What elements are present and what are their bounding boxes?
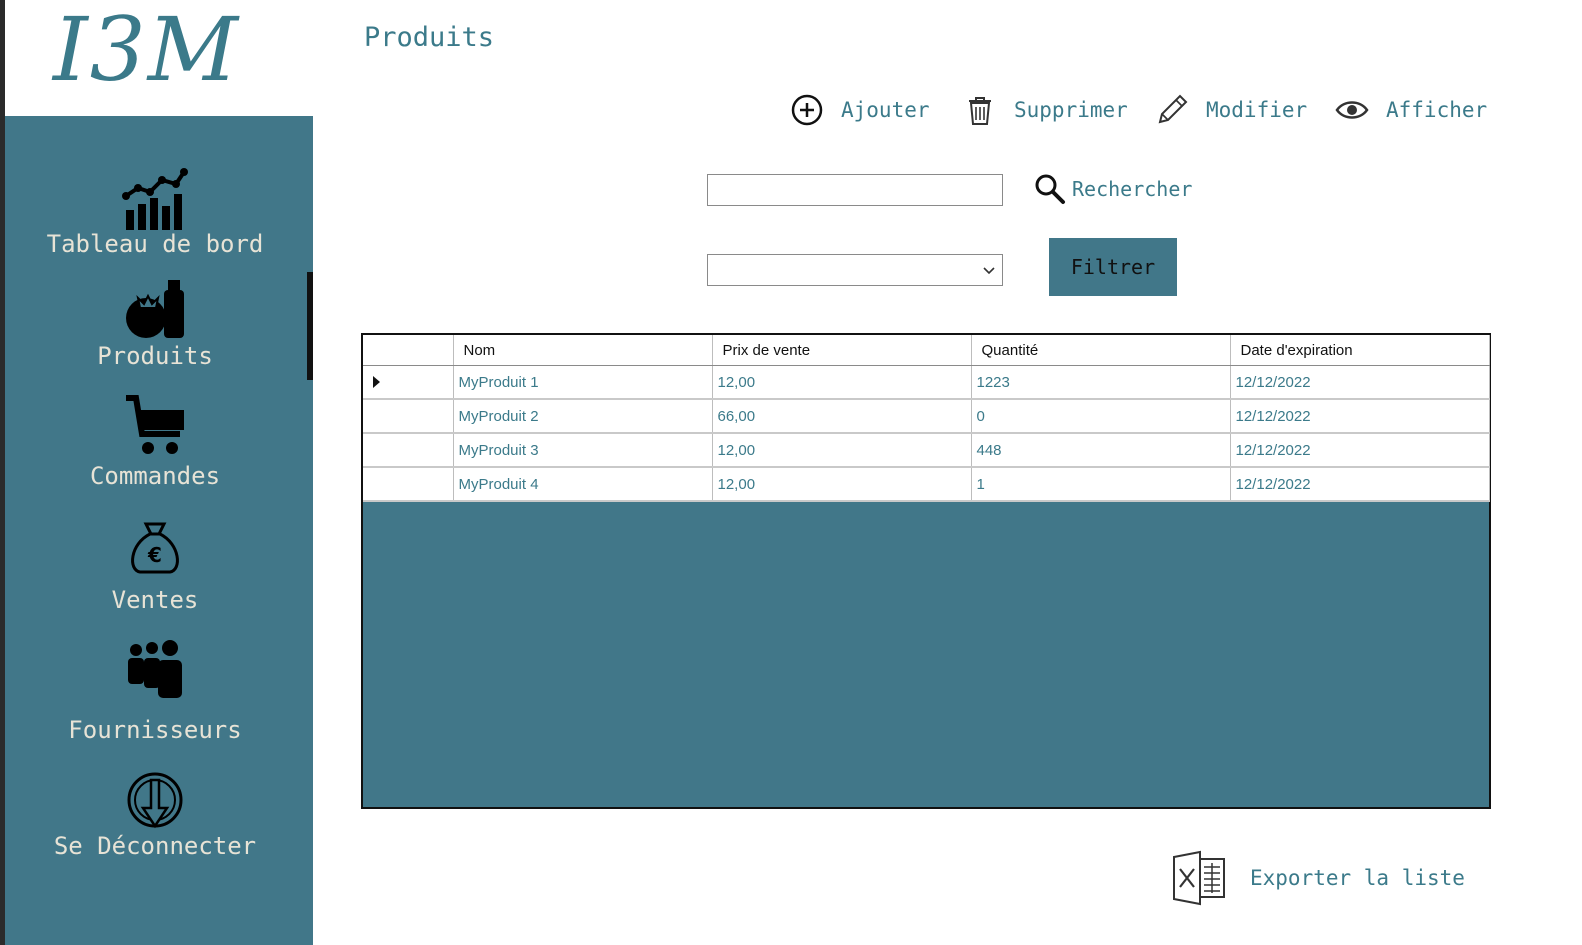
row-header-corner xyxy=(363,335,454,366)
sidebar-item-label: Commandes xyxy=(89,462,221,490)
sidebar-item-commandes[interactable]: Commandes xyxy=(5,394,305,500)
sidebar-item-ventes[interactable]: € Ventes xyxy=(5,518,305,624)
sidebar-item-fournisseurs[interactable]: Fournisseurs xyxy=(5,636,305,752)
excel-icon xyxy=(1173,850,1225,906)
search-button[interactable]: Rechercher xyxy=(1034,170,1192,208)
export-button-label: Exporter la liste xyxy=(1250,866,1465,890)
plus-circle-icon xyxy=(791,94,823,126)
export-button[interactable]: Exporter la liste xyxy=(1170,848,1465,908)
search-icon xyxy=(1035,174,1065,204)
page-title: Produits xyxy=(364,22,495,53)
cell-prix[interactable]: 12,00 xyxy=(712,467,972,502)
cart-icon xyxy=(126,395,184,454)
logout-icon xyxy=(127,772,183,829)
trash-icon xyxy=(969,97,991,125)
svg-text:€: € xyxy=(147,543,162,567)
people-icon xyxy=(128,640,182,698)
search-input[interactable] xyxy=(707,174,1003,206)
current-row-arrow-icon xyxy=(373,376,380,388)
add-button-label: Ajouter xyxy=(841,98,930,122)
eye-icon xyxy=(1335,101,1369,119)
pencil-icon xyxy=(1158,94,1188,124)
table-row[interactable]: MyProduit 4 12,00 1 12/12/2022 xyxy=(363,467,1490,502)
cell-date[interactable]: 12/12/2022 xyxy=(1230,365,1490,400)
sidebar-item-tableau-de-bord[interactable]: Tableau de bord xyxy=(5,166,305,266)
cell-quantite[interactable]: 448 xyxy=(971,433,1231,468)
app-logo: I3M xyxy=(53,0,240,101)
chart-bar-icon xyxy=(122,168,188,230)
column-header-quantite[interactable]: Quantité xyxy=(971,335,1231,366)
sidebar-item-label: Ventes xyxy=(111,586,199,614)
delete-button-label: Supprimer xyxy=(1014,98,1128,122)
table-row[interactable]: MyProduit 1 12,00 1223 12/12/2022 xyxy=(363,365,1490,400)
edit-button[interactable]: Modifier xyxy=(1154,90,1307,130)
filter-dropdown[interactable] xyxy=(707,254,1003,286)
cell-prix[interactable]: 12,00 xyxy=(712,365,972,400)
sidebar-item-label: Fournisseurs xyxy=(68,716,242,744)
cell-nom[interactable]: MyProduit 2 xyxy=(453,399,713,434)
column-header-prix[interactable]: Prix de vente xyxy=(712,335,972,366)
sidebar-item-label: Tableau de bord xyxy=(46,230,264,258)
cell-date[interactable]: 12/12/2022 xyxy=(1230,399,1490,434)
column-header-nom[interactable]: Nom xyxy=(453,335,713,366)
active-indicator xyxy=(307,272,313,380)
cell-prix[interactable]: 66,00 xyxy=(712,399,972,434)
search-button-label: Rechercher xyxy=(1072,177,1193,201)
row-header[interactable] xyxy=(363,467,454,502)
column-header-date[interactable]: Date d'expiration xyxy=(1230,335,1490,366)
sidebar-item-se-deconnecter[interactable]: Se Déconnecter xyxy=(5,770,305,870)
cell-quantite[interactable]: 1223 xyxy=(971,365,1231,400)
table-row[interactable]: MyProduit 3 12,00 448 12/12/2022 xyxy=(363,433,1490,468)
row-header[interactable] xyxy=(363,399,454,434)
add-button[interactable]: Ajouter xyxy=(789,90,930,130)
money-bag-euro-icon: € xyxy=(131,522,179,574)
row-header[interactable] xyxy=(363,433,454,468)
cell-date[interactable]: 12/12/2022 xyxy=(1230,467,1490,502)
table-row[interactable]: MyProduit 2 66,00 0 12/12/2022 xyxy=(363,399,1490,434)
sidebar: Tableau de bord Produits Commandes € Ven… xyxy=(5,116,313,945)
sidebar-item-produits[interactable]: Produits xyxy=(5,276,305,376)
delete-button[interactable]: Supprimer xyxy=(962,90,1128,130)
cell-nom[interactable]: MyProduit 4 xyxy=(453,467,713,502)
row-header[interactable] xyxy=(363,365,454,400)
view-button[interactable]: Afficher xyxy=(1334,90,1487,130)
products-icon xyxy=(126,280,184,338)
cell-quantite[interactable]: 1 xyxy=(971,467,1231,502)
sidebar-item-label: Se Déconnecter xyxy=(53,832,257,860)
filter-button[interactable]: Filtrer xyxy=(1049,238,1177,296)
cell-prix[interactable]: 12,00 xyxy=(712,433,972,468)
sidebar-item-label: Produits xyxy=(97,342,213,370)
products-table: Nom Prix de vente Quantité Date d'expira… xyxy=(361,333,1491,809)
logo-area: I3M xyxy=(5,0,313,116)
cell-nom[interactable]: MyProduit 1 xyxy=(453,365,713,400)
chevron-down-icon xyxy=(983,267,995,275)
view-button-label: Afficher xyxy=(1386,98,1488,122)
cell-date[interactable]: 12/12/2022 xyxy=(1230,433,1490,468)
edit-button-label: Modifier xyxy=(1206,98,1308,122)
cell-quantite[interactable]: 0 xyxy=(971,399,1231,434)
cell-nom[interactable]: MyProduit 3 xyxy=(453,433,713,468)
table-header-row: Nom Prix de vente Quantité Date d'expira… xyxy=(363,335,1490,366)
